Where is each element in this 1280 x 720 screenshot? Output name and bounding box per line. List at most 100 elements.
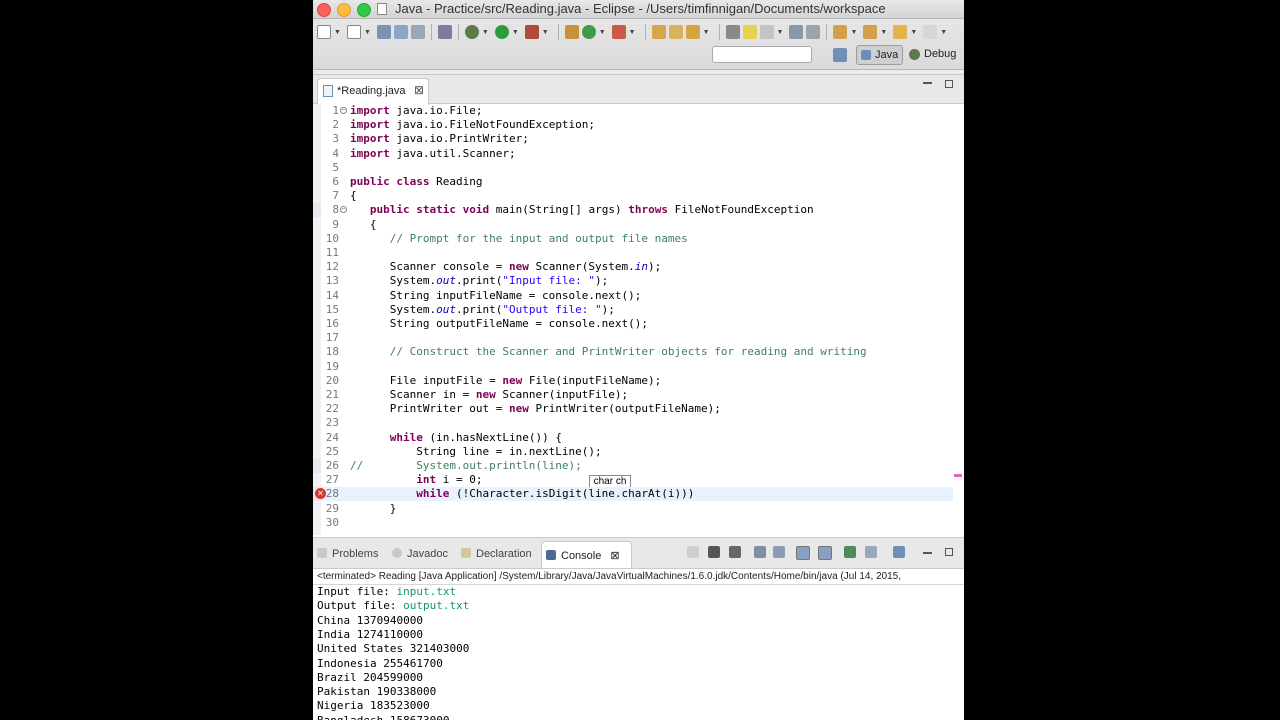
- code-line[interactable]: 28 ✕ while (!Character.isDigit(line.charA…: [313, 487, 953, 502]
- next-annotation-icon[interactable]: [833, 25, 848, 39]
- terminate-icon[interactable]: [687, 546, 699, 558]
- open-task-icon[interactable]: [668, 25, 683, 39]
- code-line[interactable]: 21 Scanner in = new Scanner(inputFile);: [313, 388, 953, 402]
- print-icon[interactable]: [410, 25, 425, 39]
- search-icon[interactable]: [685, 25, 700, 39]
- new-package-dropdown-icon[interactable]: ▼: [364, 29, 371, 36]
- code-line[interactable]: 16 String outputFileName = console.next(…: [313, 317, 953, 331]
- forward-dropdown-icon[interactable]: ▼: [940, 29, 947, 36]
- quick-access-input[interactable]: [712, 46, 812, 63]
- maximize-view-icon[interactable]: [945, 80, 953, 88]
- tab-javadoc[interactable]: Javadoc: [392, 548, 448, 560]
- code-area[interactable]: char ch 1− import java.io.File; 2 import ja…: [313, 104, 964, 535]
- clear-console-icon[interactable]: [754, 546, 766, 558]
- show-whitespace-icon[interactable]: [789, 25, 804, 39]
- next-annotation-dropdown-icon[interactable]: ▼: [850, 29, 857, 36]
- debug-icon[interactable]: [464, 25, 479, 39]
- open-type-icon[interactable]: [651, 25, 666, 39]
- fold-toggle-icon[interactable]: −: [340, 206, 347, 214]
- code-line[interactable]: 1− import java.io.File;: [313, 104, 953, 118]
- forward-icon[interactable]: [923, 25, 938, 39]
- code-line[interactable]: 22 PrintWriter out = new PrintWriter(out…: [313, 402, 953, 416]
- open-perspective-icon[interactable]: [833, 48, 847, 62]
- code-line[interactable]: 17: [313, 331, 953, 345]
- close-tab-icon[interactable]: ⊠: [414, 83, 424, 97]
- scroll-lock-icon[interactable]: [773, 546, 785, 558]
- new-class-icon[interactable]: [581, 25, 596, 39]
- pin-icon[interactable]: [437, 25, 452, 39]
- code-line[interactable]: 12 Scanner console = new Scanner(System.…: [313, 260, 953, 274]
- save-all-icon[interactable]: [393, 25, 408, 39]
- coverage-dropdown-icon[interactable]: ▼: [629, 29, 636, 36]
- coverage-icon[interactable]: [611, 25, 626, 39]
- code-line[interactable]: 4 import java.util.Scanner;: [313, 147, 953, 161]
- back-dropdown-icon[interactable]: ▼: [910, 29, 917, 36]
- toggle-block-icon[interactable]: [759, 25, 774, 39]
- previous-annotation-icon[interactable]: [863, 25, 878, 39]
- code-line[interactable]: 2 import java.io.FileNotFoundException;: [313, 118, 953, 132]
- tab-console[interactable]: Console ⊠: [541, 541, 632, 568]
- new-icon[interactable]: [317, 25, 331, 39]
- code-line[interactable]: 23: [313, 416, 953, 430]
- java-perspective-button[interactable]: Java: [856, 45, 903, 65]
- code-line[interactable]: 6 public class Reading: [313, 175, 953, 189]
- code-line[interactable]: 24 while (in.hasNextLine()) {: [313, 431, 953, 445]
- show-source-icon[interactable]: [806, 25, 821, 39]
- code-line[interactable]: 8− public static void main(String[] args…: [313, 203, 953, 218]
- new-java-project-icon[interactable]: [564, 25, 579, 39]
- highlight-icon[interactable]: [742, 25, 757, 39]
- open-console-icon[interactable]: [893, 546, 905, 558]
- remove-launch-icon[interactable]: [708, 546, 720, 558]
- block-dropdown-icon[interactable]: ▼: [777, 29, 784, 36]
- close-window-button[interactable]: [317, 3, 331, 17]
- code-line[interactable]: 5: [313, 161, 953, 175]
- tab-declaration[interactable]: Declaration: [461, 548, 532, 560]
- toggle-mark-occurrences-icon[interactable]: [725, 25, 740, 39]
- code-line[interactable]: 29 }: [313, 502, 953, 516]
- show-on-stdout-icon[interactable]: [796, 546, 810, 560]
- pin-console-icon[interactable]: [844, 546, 856, 558]
- fold-toggle-icon[interactable]: −: [340, 107, 347, 114]
- code-line[interactable]: 19: [313, 360, 953, 374]
- external-tools-dropdown-icon[interactable]: ▼: [542, 29, 549, 36]
- previous-annotation-dropdown-icon[interactable]: ▼: [880, 29, 887, 36]
- code-line[interactable]: 27 int i = 0;: [313, 473, 953, 487]
- tab-reading-java[interactable]: *Reading.java ⊠: [317, 78, 429, 105]
- code-line[interactable]: 3 import java.io.PrintWriter;: [313, 132, 953, 146]
- maximize-panel-icon[interactable]: [945, 548, 953, 556]
- new-dropdown-icon[interactable]: ▼: [334, 29, 341, 36]
- code-line[interactable]: 10 // Prompt for the input and output fi…: [313, 232, 953, 246]
- code-line[interactable]: 14 String inputFileName = console.next()…: [313, 289, 953, 303]
- close-console-tab-icon[interactable]: ⊠: [610, 550, 619, 562]
- overview-ruler-marker[interactable]: [954, 474, 962, 477]
- run-dropdown-icon[interactable]: ▼: [512, 29, 519, 36]
- console-line: India 1274110000: [317, 628, 957, 642]
- debug-dropdown-icon[interactable]: ▼: [482, 29, 489, 36]
- code-line[interactable]: 7{: [313, 189, 953, 203]
- code-line[interactable]: 18 // Construct the Scanner and PrintWri…: [313, 345, 953, 359]
- show-on-stderr-icon[interactable]: [818, 546, 832, 560]
- code-line[interactable]: 26 // System.out.println(line);: [313, 459, 953, 473]
- zoom-window-button[interactable]: [357, 3, 371, 17]
- code-line[interactable]: 15 System.out.print("Output file: ");: [313, 303, 953, 317]
- search-dropdown-icon[interactable]: ▼: [703, 29, 710, 36]
- new-package-icon[interactable]: [346, 25, 361, 39]
- external-tools-icon[interactable]: [524, 25, 539, 39]
- code-line[interactable]: 13 System.out.print("Input file: ");: [313, 274, 953, 288]
- back-icon[interactable]: [893, 25, 908, 39]
- new-class-dropdown-icon[interactable]: ▼: [599, 29, 606, 36]
- code-line[interactable]: 9 {: [313, 218, 953, 232]
- remove-all-launches-icon[interactable]: [729, 546, 741, 558]
- debug-perspective-button[interactable]: Debug: [907, 45, 961, 65]
- run-icon[interactable]: [494, 25, 509, 39]
- code-line[interactable]: 30: [313, 516, 953, 530]
- code-line[interactable]: 25 String line = in.nextLine();: [313, 445, 953, 459]
- save-icon[interactable]: [376, 25, 391, 39]
- display-console-icon[interactable]: [865, 546, 877, 558]
- minimize-window-button[interactable]: [337, 3, 351, 17]
- tab-problems[interactable]: Problems: [317, 548, 378, 560]
- code-line[interactable]: 20 File inputFile = new File(inputFileNa…: [313, 374, 953, 388]
- minimize-view-icon[interactable]: [923, 82, 932, 84]
- minimize-panel-icon[interactable]: [923, 552, 932, 554]
- code-line[interactable]: 11: [313, 246, 953, 260]
